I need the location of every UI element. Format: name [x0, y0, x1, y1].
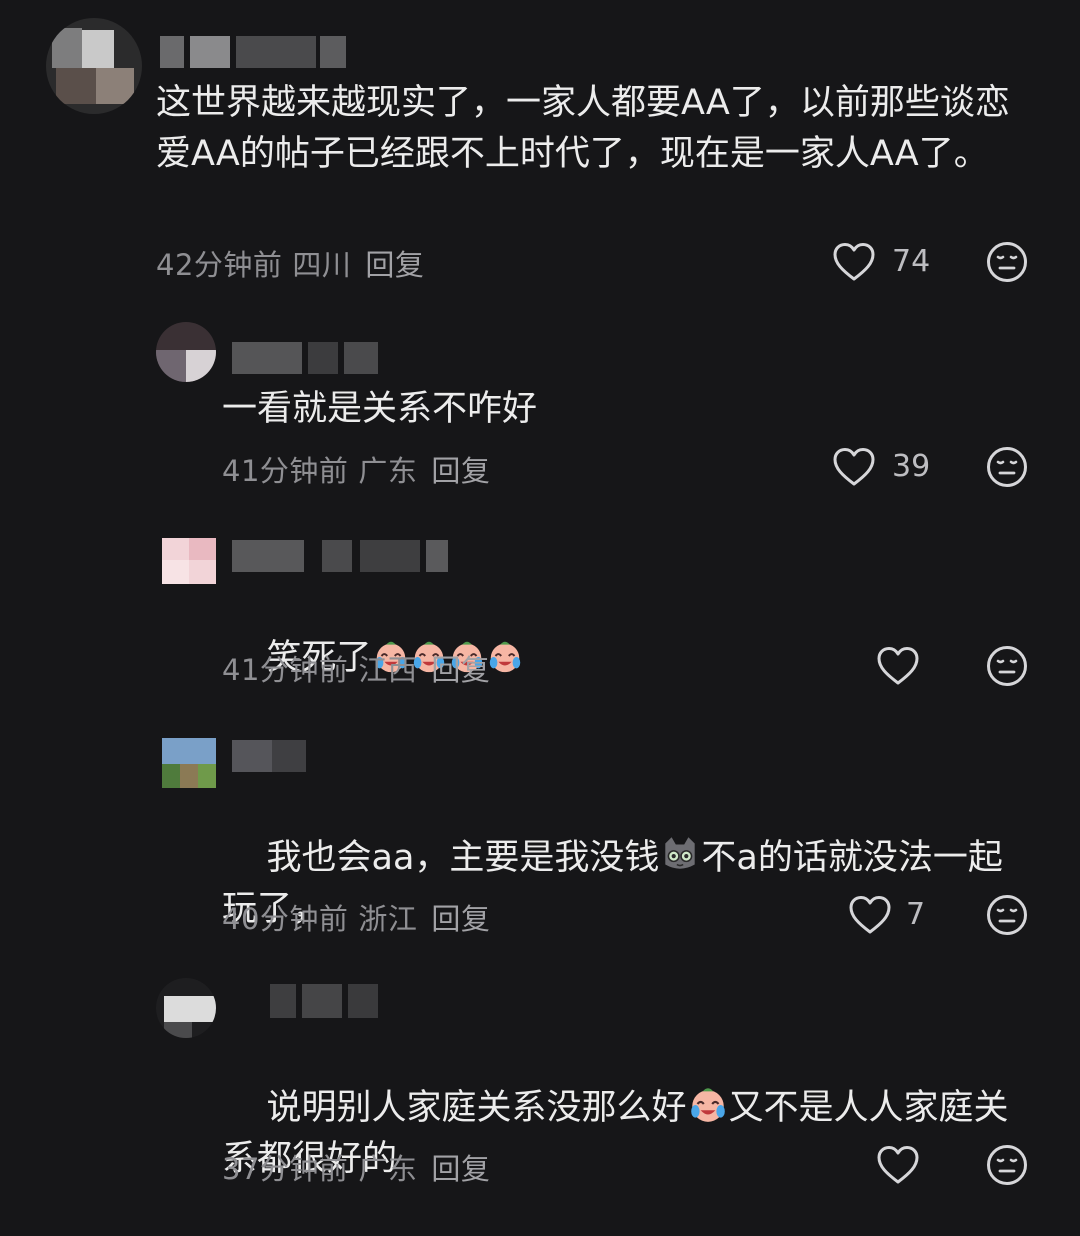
comment-location: 广东	[358, 1152, 418, 1186]
reply-button[interactable]: 回复	[365, 248, 424, 282]
comment-text-body: 不a的话就没法一起	[701, 838, 1003, 878]
comment-text-body: 我也会aa，主要是我没钱	[266, 838, 660, 878]
avatar[interactable]	[162, 738, 216, 788]
comment-time: 37分钟前	[222, 1152, 349, 1186]
comment-meta: 40分钟前 浙江 回复	[222, 896, 490, 938]
username-blurred[interactable]	[232, 342, 382, 374]
heart-outline-icon	[848, 895, 892, 935]
username-blurred[interactable]	[232, 540, 452, 572]
comment-time: 41分钟前	[222, 653, 349, 687]
laugh-cry-emoji	[687, 1083, 729, 1125]
like-count: 7	[906, 897, 926, 932]
comment-1: 这世界越来越现实了，一家人都要AA了，以前那些谈恋爱AA的帖子已经跟不上时代了，…	[0, 0, 1080, 290]
like-button[interactable]	[876, 644, 920, 688]
cat-emoji	[659, 833, 701, 875]
meh-face-icon[interactable]	[986, 1144, 1028, 1186]
comment-meta: 37分钟前 广东 回复	[222, 1146, 490, 1188]
comment-time: 42分钟前	[156, 248, 283, 282]
avatar[interactable]	[156, 322, 216, 382]
reply-button[interactable]: 回复	[431, 902, 490, 936]
like-button[interactable]	[848, 893, 892, 937]
avatar[interactable]	[162, 538, 216, 584]
meh-face-icon[interactable]	[986, 645, 1028, 687]
comment-time: 41分钟前	[222, 454, 349, 488]
comment-meta: 41分钟前 广东 回复	[222, 448, 490, 490]
reply-button[interactable]: 回复	[431, 454, 490, 488]
heart-outline-icon	[876, 646, 920, 686]
like-button[interactable]	[832, 240, 876, 284]
meh-face-icon[interactable]	[986, 446, 1028, 488]
comment-location: 浙江	[358, 902, 418, 936]
comment-text: 这世界越来越现实了，一家人都要AA了，以前那些谈恋爱AA的帖子已经跟不上时代了，…	[156, 83, 1010, 174]
comment-location: 广东	[358, 454, 418, 488]
heart-outline-icon	[832, 447, 876, 487]
comment-2: 一看就是关系不咋好 41分钟前 广东 回复 39	[0, 300, 1080, 500]
comment-3: 笑死了 41分钟前 江西 回复	[0, 520, 1080, 710]
meh-face-icon[interactable]	[986, 894, 1028, 936]
comment-text: 我也会aa，主要是我没钱 不a的话就没法一起 玩了，	[222, 782, 1042, 986]
like-count: 39	[892, 449, 931, 484]
comment-text: 一看就是关系不咋好	[222, 389, 538, 429]
comment-time: 40分钟前	[222, 902, 349, 936]
heart-outline-icon	[832, 242, 876, 282]
like-count: 74	[892, 244, 931, 279]
comment-text: 说明别人家庭关系没那么好 又不是人人家庭关 系都很好的	[222, 1032, 1042, 1236]
like-button[interactable]	[832, 445, 876, 489]
comment-location: 四川	[292, 248, 352, 282]
username-blurred[interactable]	[270, 984, 380, 1018]
meh-face-icon[interactable]	[986, 241, 1028, 283]
comment-4: 我也会aa，主要是我没钱 不a的话就没法一起 玩了， 40分钟前 浙江 回复 7	[0, 720, 1080, 960]
comment-5: 说明别人家庭关系没那么好 又不是人人家庭关 系都很好的 37分钟前 广东 回复	[0, 970, 1080, 1192]
reply-button[interactable]: 回复	[431, 1152, 490, 1186]
comment-meta: 41分钟前 江西 回复	[222, 647, 490, 689]
username-blurred[interactable]	[160, 36, 350, 68]
comment-location: 江西	[358, 653, 418, 687]
avatar[interactable]	[156, 978, 216, 1038]
username-blurred[interactable]	[232, 740, 312, 772]
heart-outline-icon	[876, 1145, 920, 1185]
comment-meta: 42分钟前 四川 回复	[156, 242, 424, 284]
comment-text-body: 又不是人人家庭关	[728, 1088, 1009, 1128]
avatar[interactable]	[46, 18, 142, 114]
reply-button[interactable]: 回复	[431, 653, 490, 687]
laugh-cry-emoji	[486, 637, 524, 675]
comment-text-body: 说明别人家庭关系没那么好	[266, 1088, 687, 1128]
like-button[interactable]	[876, 1143, 920, 1187]
